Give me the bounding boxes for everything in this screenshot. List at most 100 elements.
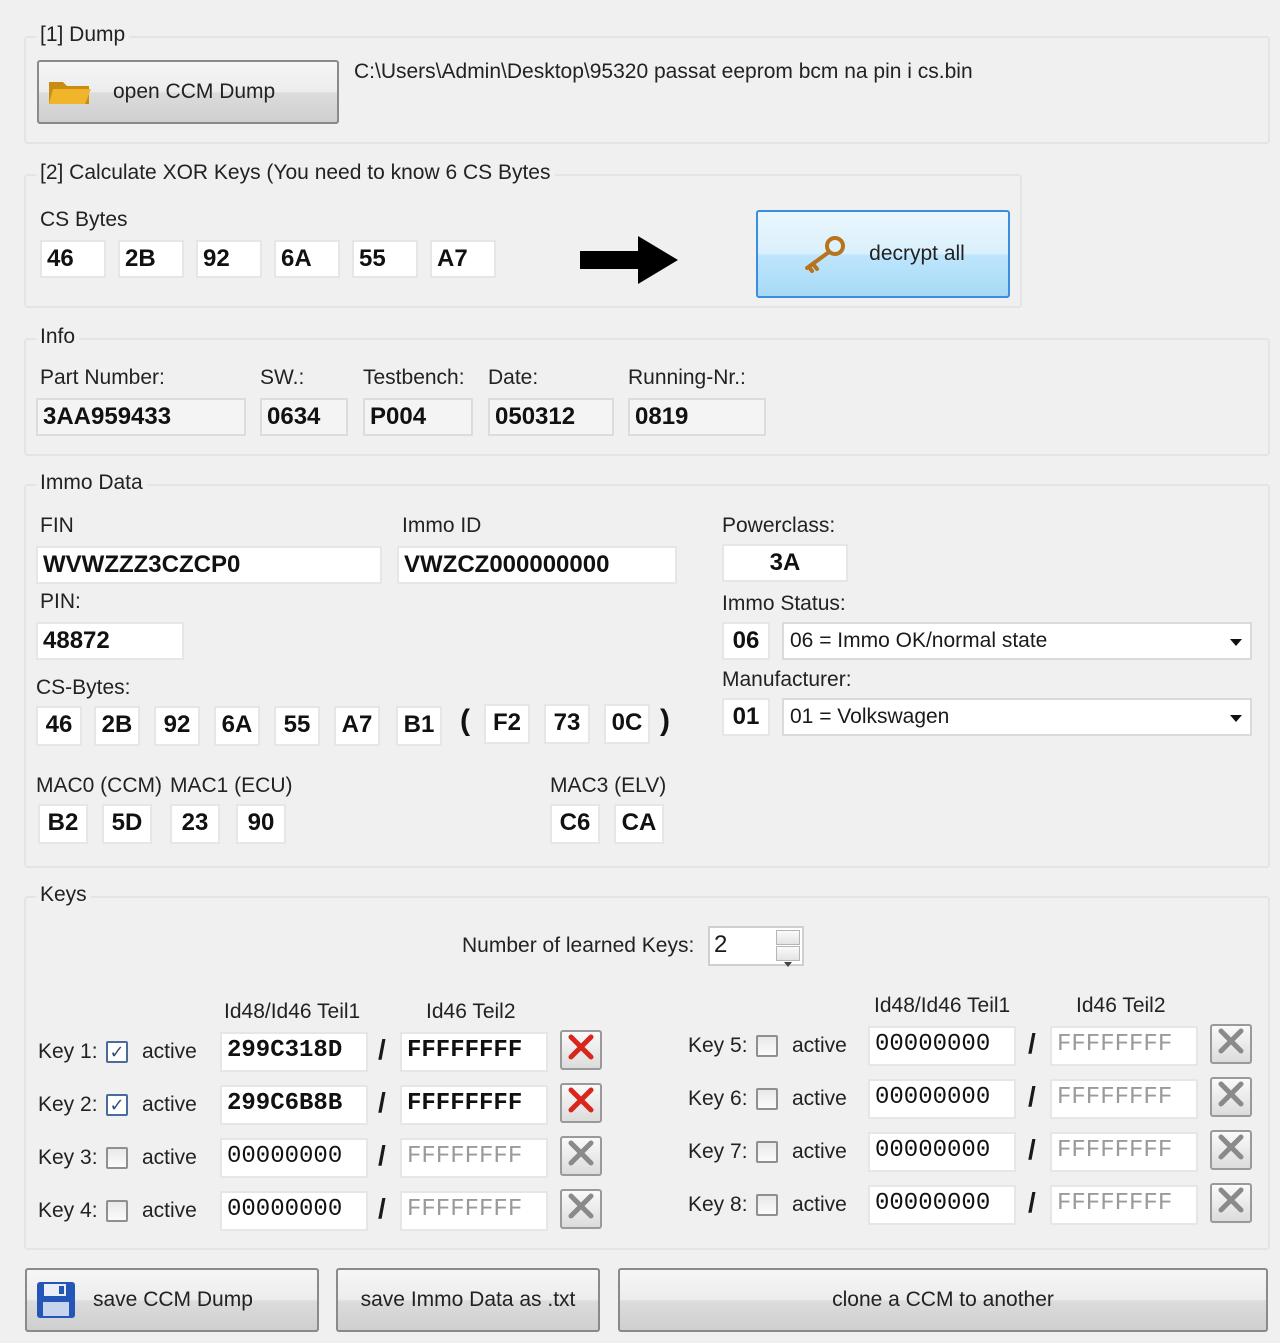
key-8-part2-field[interactable]: FFFFFFFF <box>1050 1185 1198 1225</box>
key-4-label: Key 4: <box>38 1199 98 1222</box>
key-3-delete-button[interactable] <box>560 1136 602 1176</box>
key-4-part2-field[interactable]: FFFFFFFF <box>400 1191 548 1231</box>
key-1-part1-field[interactable]: 299C318D <box>220 1032 368 1072</box>
key-7-active-label: active <box>792 1140 847 1163</box>
fin-field[interactable]: WVWZZZ3CZCP0 <box>36 546 382 584</box>
clone-ccm-button[interactable]: clone a CCM to another <box>618 1268 1268 1332</box>
key-5-active-checkbox[interactable] <box>756 1035 778 1057</box>
immo-cs-byte-extra-1[interactable]: F2 <box>484 704 530 744</box>
immo-cs-byte-extra-2[interactable]: 73 <box>544 704 590 744</box>
decrypt-all-button[interactable]: decrypt all <box>756 210 1010 298</box>
immo-cs-byte-2[interactable]: 2B <box>94 706 140 746</box>
manufacturer-label: Manufacturer: <box>722 668 852 691</box>
xor-cs-byte-3[interactable]: 92 <box>196 240 262 278</box>
spin-down-button[interactable] <box>776 946 800 967</box>
open-ccm-dump-button[interactable]: open CCM Dump <box>37 60 339 124</box>
key-4-active-checkbox[interactable] <box>106 1200 128 1222</box>
immo-cs-byte-4[interactable]: 6A <box>214 706 260 746</box>
spin-up-button[interactable] <box>776 930 800 951</box>
key-6-delete-button[interactable] <box>1210 1077 1252 1117</box>
key-6-label: Key 6: <box>688 1087 748 1110</box>
xor-cs-byte-2[interactable]: 2B <box>118 240 184 278</box>
immo-id-field[interactable]: VWZCZ000000000 <box>397 546 677 584</box>
keys-legend: Keys <box>36 883 91 907</box>
key-2-active-checkbox[interactable]: ✓ <box>106 1094 128 1116</box>
key-6-active-label: active <box>792 1087 847 1110</box>
key-1-delete-button[interactable] <box>560 1030 602 1070</box>
xor-cs-byte-1[interactable]: 46 <box>40 240 106 278</box>
xor-cs-byte-6[interactable]: A7 <box>430 240 496 278</box>
mac0-byte-1[interactable]: B2 <box>38 804 88 844</box>
immo-cs-byte-5[interactable]: 55 <box>274 706 320 746</box>
key-7-slash: / <box>1028 1134 1036 1165</box>
immo-status-value: 06 = Immo OK/normal state <box>790 629 1048 652</box>
immo-cs-byte-3[interactable]: 92 <box>154 706 200 746</box>
key-7-part2-field[interactable]: FFFFFFFF <box>1050 1132 1198 1172</box>
key-1-part2-field[interactable]: FFFFFFFF <box>400 1032 548 1072</box>
paren-open: ( <box>460 704 470 737</box>
key-3-active-checkbox[interactable] <box>106 1147 128 1169</box>
chevron-down-icon <box>1230 639 1242 646</box>
key-4-delete-button[interactable] <box>560 1189 602 1229</box>
immo-cs-byte-6[interactable]: A7 <box>334 706 380 746</box>
mac1-byte-1[interactable]: 23 <box>170 804 220 844</box>
key-6-part1-field[interactable]: 00000000 <box>868 1079 1016 1119</box>
manufacturer-select[interactable]: 01 = Volkswagen <box>782 698 1252 736</box>
key-4-part1-field[interactable]: 00000000 <box>220 1191 368 1231</box>
pin-field[interactable]: 48872 <box>36 622 184 660</box>
info-group <box>24 338 1270 456</box>
dump-file-path: C:\Users\Admin\Desktop\95320 passat eepr… <box>354 60 973 83</box>
mac1-byte-2[interactable]: 90 <box>236 804 286 844</box>
key-5-part2-field[interactable]: FFFFFFFF <box>1050 1026 1198 1066</box>
mac3-byte-2[interactable]: CA <box>614 804 664 844</box>
mac0-byte-2[interactable]: 5D <box>102 804 152 844</box>
powerclass-field[interactable]: 3A <box>722 544 848 582</box>
key-1-active-checkbox[interactable]: ✓ <box>106 1041 128 1063</box>
key-3-label: Key 3: <box>38 1146 98 1169</box>
key-3-part1-field[interactable]: 00000000 <box>220 1138 368 1178</box>
key-5-part1-field[interactable]: 00000000 <box>868 1026 1016 1066</box>
testbench-label: Testbench: <box>363 366 465 389</box>
key-2-slash: / <box>378 1087 386 1118</box>
testbench-field: P004 <box>363 398 473 436</box>
checkmark-icon: ✓ <box>109 1095 125 1115</box>
save-immo-txt-button[interactable]: save Immo Data as .txt <box>336 1268 600 1332</box>
manufacturer-code[interactable]: 01 <box>722 698 770 736</box>
clone-ccm-label: clone a CCM to another <box>832 1288 1054 1311</box>
key-6-part2-field[interactable]: FFFFFFFF <box>1050 1079 1198 1119</box>
arrow-right-icon <box>578 234 680 292</box>
key-2-delete-button[interactable] <box>560 1083 602 1123</box>
key-2-part1-field[interactable]: 299C6B8B <box>220 1085 368 1125</box>
key-4-active-label: active <box>142 1199 197 1222</box>
key-7-part1-field[interactable]: 00000000 <box>868 1132 1016 1172</box>
left-col2-header: Id46 Teil2 <box>426 1000 516 1023</box>
key-4-slash: / <box>378 1193 386 1224</box>
key-2-label: Key 2: <box>38 1093 98 1116</box>
xor-cs-byte-4[interactable]: 6A <box>274 240 340 278</box>
key-2-part2-field[interactable]: FFFFFFFF <box>400 1085 548 1125</box>
immo-cs-byte-extra-3[interactable]: 0C <box>604 704 650 744</box>
immo-status-select[interactable]: 06 = Immo OK/normal state <box>782 622 1252 660</box>
key-6-active-checkbox[interactable] <box>756 1088 778 1110</box>
key-8-part1-field[interactable]: 00000000 <box>868 1185 1016 1225</box>
mac3-byte-1[interactable]: C6 <box>550 804 600 844</box>
xor-cs-byte-5[interactable]: 55 <box>352 240 418 278</box>
info-legend: Info <box>36 325 80 349</box>
key-7-active-checkbox[interactable] <box>756 1141 778 1163</box>
key-8-active-checkbox[interactable] <box>756 1194 778 1216</box>
immo-status-code[interactable]: 06 <box>722 622 770 660</box>
part-number-field: 3AA959433 <box>36 398 246 436</box>
immo-cs-byte-1[interactable]: 46 <box>36 706 82 746</box>
learned-keys-stepper[interactable]: 2 <box>708 926 804 967</box>
save-ccm-dump-label: save CCM Dump <box>93 1288 253 1311</box>
close-icon <box>1216 1132 1246 1168</box>
part-number-label: Part Number: <box>40 366 165 389</box>
save-ccm-dump-button[interactable]: save CCM Dump <box>25 1268 319 1332</box>
key-5-delete-button[interactable] <box>1210 1024 1252 1064</box>
key-icon <box>801 234 847 274</box>
floppy-disk-icon <box>35 1280 77 1320</box>
immo-cs-byte-7[interactable]: B1 <box>396 706 442 746</box>
key-3-part2-field[interactable]: FFFFFFFF <box>400 1138 548 1178</box>
key-7-delete-button[interactable] <box>1210 1130 1252 1170</box>
key-8-delete-button[interactable] <box>1210 1183 1252 1223</box>
